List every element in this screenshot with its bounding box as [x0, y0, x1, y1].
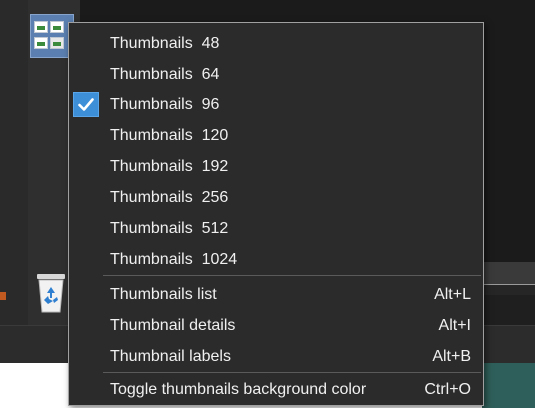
menu-item-label: Thumbnails 48 — [110, 35, 220, 52]
thumbnail-context-menu: Thumbnails 48 Thumbnails 64 Thumbnails 9… — [68, 22, 484, 406]
menu-item-label: Thumbnails list — [110, 286, 217, 303]
menu-item-thumbnail-labels[interactable]: Thumbnail labels Alt+B — [69, 341, 483, 372]
menu-item-thumbnails-192[interactable]: Thumbnails 192 — [69, 151, 483, 182]
menu-item-label: Thumbnails 512 — [110, 220, 229, 237]
corner-panel — [482, 363, 535, 408]
menu-item-thumbnails-64[interactable]: Thumbnails 64 — [69, 59, 483, 90]
orange-marker — [0, 292, 6, 300]
menu-item-label: Thumbnails 96 — [110, 96, 220, 113]
checkmark-icon — [73, 92, 99, 117]
menu-item-thumbnail-details[interactable]: Thumbnail details Alt+I — [69, 310, 483, 341]
menu-item-shortcut: Alt+B — [432, 348, 471, 365]
left-panel — [0, 0, 29, 330]
menu-item-label: Thumbnails 192 — [110, 158, 229, 175]
menu-item-thumbnails-48[interactable]: Thumbnails 48 — [69, 28, 483, 59]
menu-item-shortcut: Ctrl+O — [424, 381, 471, 398]
menu-item-label: Thumbnail details — [110, 317, 236, 334]
recycle-bin-icon[interactable] — [33, 270, 69, 314]
menu-separator — [103, 275, 481, 276]
menu-item-label: Toggle thumbnails background color — [110, 381, 367, 398]
menu-item-label: Thumbnail labels — [110, 348, 231, 365]
menu-item-thumbnails-256[interactable]: Thumbnails 256 — [69, 182, 483, 213]
menu-separator — [103, 372, 481, 373]
status-band — [482, 284, 535, 295]
menu-item-thumbnails-list[interactable]: Thumbnails list Alt+L — [69, 279, 483, 310]
menu-item-thumbnails-96[interactable]: Thumbnails 96 — [69, 89, 483, 120]
menu-item-thumbnails-512[interactable]: Thumbnails 512 — [69, 213, 483, 244]
menu-item-thumbnails-1024[interactable]: Thumbnails 1024 — [69, 244, 483, 275]
menu-item-shortcut: Alt+L — [434, 286, 471, 303]
menu-item-thumbnails-120[interactable]: Thumbnails 120 — [69, 120, 483, 151]
toolbar-band — [482, 262, 535, 286]
menu-item-toggle-background[interactable]: Toggle thumbnails background color Ctrl+… — [69, 374, 483, 405]
menu-item-label: Thumbnails 256 — [110, 189, 229, 206]
menu-item-label: Thumbnails 64 — [110, 66, 220, 83]
menu-item-label: Thumbnails 120 — [110, 127, 229, 144]
menu-item-label: Thumbnails 1024 — [110, 251, 238, 268]
menu-item-shortcut: Alt+I — [438, 317, 471, 334]
